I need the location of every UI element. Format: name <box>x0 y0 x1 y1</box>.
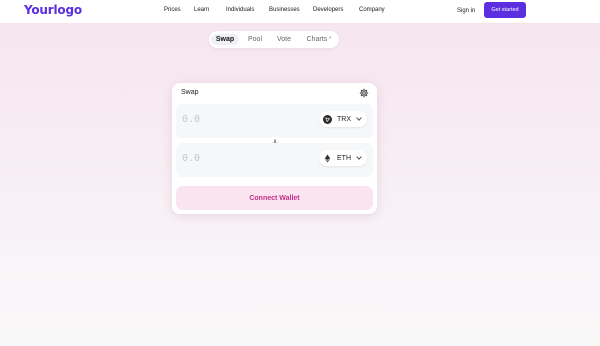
tab-vote-label: Vote <box>276 36 291 43</box>
tab-swap[interactable]: Swap <box>211 34 239 45</box>
nav-link-businesses[interactable]: Businesses <box>269 7 300 13</box>
tab-pool[interactable]: Pool <box>243 34 267 45</box>
get-started-button[interactable]: Get started <box>484 2 526 18</box>
nav-link-prices[interactable]: Prices <box>164 7 181 13</box>
output-token-field[interactable]: 0.0 ETH <box>176 143 373 177</box>
tab-pool-label: Pool <box>247 36 262 43</box>
tab-vote[interactable]: Vote <box>272 34 296 45</box>
nav-link-learn[interactable]: Learn <box>194 7 209 13</box>
tab-charts-label: Charts <box>306 36 328 43</box>
nav-link-individuals[interactable]: Individuals <box>226 7 254 13</box>
chevron-down-icon <box>356 156 362 160</box>
eth-token-icon <box>324 153 331 163</box>
output-amount[interactable]: 0.0 <box>182 153 200 164</box>
swap-card-title: Swap <box>181 89 199 96</box>
swap-card: Swap 0.0 TRX 0.0 ETH Connect Wallet <box>172 83 377 214</box>
top-navbar: Yourlogo Prices Learn Individuals Busine… <box>0 0 600 23</box>
connect-wallet-button[interactable]: Connect Wallet <box>176 186 373 210</box>
logo[interactable]: Yourlogo <box>24 3 82 17</box>
sign-in-link[interactable]: Sign in <box>457 8 475 14</box>
swap-tabs: Swap Pool Vote Charts ↗ <box>209 31 339 48</box>
output-token-select[interactable]: ETH <box>319 150 367 166</box>
tab-swap-label: Swap <box>215 36 235 43</box>
tab-charts[interactable]: Charts ↗ <box>302 34 336 45</box>
chevron-down-icon <box>356 117 362 121</box>
input-token-select[interactable]: TRX <box>319 111 367 127</box>
input-token-field[interactable]: 0.0 TRX <box>176 104 373 138</box>
input-amount[interactable]: 0.0 <box>182 114 200 125</box>
input-token-symbol: TRX <box>337 115 351 123</box>
nav-link-developers[interactable]: Developers <box>313 7 343 13</box>
nav-link-company[interactable]: Company <box>359 7 385 13</box>
trx-token-icon <box>323 114 332 124</box>
gear-icon[interactable] <box>359 88 369 98</box>
external-link-icon: ↗ <box>328 35 332 40</box>
output-token-symbol: ETH <box>337 154 351 162</box>
